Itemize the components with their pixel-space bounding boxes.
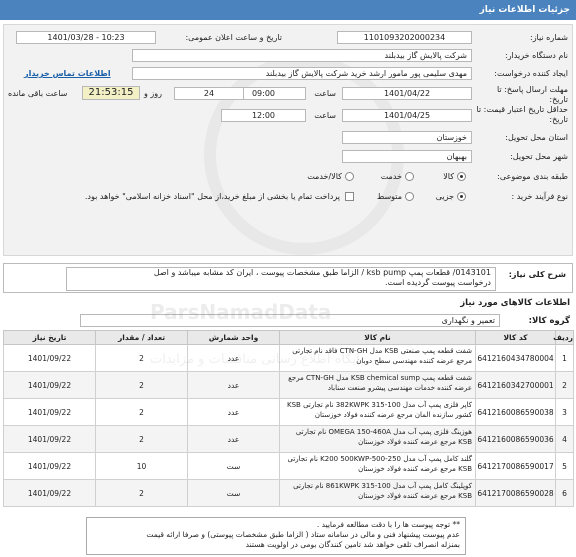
notes-line2: عدم پیوست پیشنهاد فنی و مالی در سامانه س… bbox=[146, 530, 460, 539]
col-header-date: تاریخ نیاز bbox=[3, 330, 96, 345]
col-header-row: ردیف bbox=[553, 330, 574, 345]
cell-row-no: 5 bbox=[555, 452, 574, 480]
cell-date: 1401/09/22 bbox=[3, 425, 96, 453]
category-radio-goods-service[interactable] bbox=[345, 172, 354, 181]
cell-name: گلند کامل پمپ آب مدل 250-500-K200 500KWP… bbox=[279, 452, 476, 480]
watermark-brand: ParsNamadData bbox=[150, 300, 332, 324]
category-option-goods: کالا bbox=[443, 172, 454, 181]
cell-row-no: 1 bbox=[555, 344, 574, 372]
col-header-qty: تعداد / مقدار bbox=[95, 330, 188, 345]
cell-unit: عدد bbox=[187, 398, 280, 426]
process-option-medium: متوسط bbox=[376, 192, 402, 201]
cell-name: کوپلینگ کامل پمپ آب مدل 100-315 861KWPK … bbox=[279, 479, 476, 507]
min-valid-time-label: ساعت bbox=[314, 111, 336, 120]
buyer-org-label: نام دستگاه خریدار: bbox=[505, 51, 568, 60]
province-field: خوزستان bbox=[342, 131, 472, 144]
process-radio-minor[interactable] bbox=[457, 192, 466, 201]
days-label: روز و bbox=[144, 89, 162, 98]
need-description-box: شرح کلی نیاز: 0143101/ قطعات پمپ ksb pum… bbox=[3, 263, 573, 293]
cell-date: 1401/09/22 bbox=[3, 344, 96, 372]
page-title-bar: جزئیات اطلاعات نیاز bbox=[0, 0, 576, 20]
process-radio-medium[interactable] bbox=[405, 192, 414, 201]
buyer-org-field: شرکت پالایش گاز بیدبلند bbox=[132, 49, 472, 62]
category-option-goods-service: کالا/خدمت bbox=[307, 172, 342, 181]
cell-qty: 2 bbox=[95, 425, 188, 453]
announce-field: 1401/03/28 - 10:23 bbox=[16, 31, 156, 44]
need-number-field: 1101093202000234 bbox=[337, 31, 472, 44]
cell-code: 6412170086590017 bbox=[475, 452, 556, 480]
deadline-label: مهلت ارسال پاسخ: تا تاریخ: bbox=[496, 85, 568, 104]
category-label: طبقه بندی موضوعی: bbox=[497, 172, 568, 181]
cell-date: 1401/09/22 bbox=[3, 452, 96, 480]
category-radio-goods[interactable] bbox=[457, 172, 466, 181]
remaining-time-display: 21:53:15 bbox=[82, 86, 140, 100]
need-description-field: 0143101/ قطعات پمپ ksb pump / الزاما طبق… bbox=[66, 267, 496, 291]
cell-unit: ست bbox=[187, 479, 280, 507]
treasury-checkbox[interactable] bbox=[345, 192, 354, 201]
min-valid-label: حداقل تاریخ اعتبار قیمت: تا تاریخ: bbox=[476, 105, 568, 124]
cell-row-no: 3 bbox=[555, 398, 574, 426]
buyer-contact-link[interactable]: اطلاعات تماس خریدار bbox=[24, 69, 111, 78]
cell-row-no: 4 bbox=[555, 425, 574, 453]
cell-name: شفت قطعه پمپ KSB chemical sump مدل CTN-G… bbox=[279, 371, 476, 399]
cell-name: کاپر فلزی پمپ آب مدل 100-315 382KWPK نام… bbox=[279, 398, 476, 426]
goods-group-label: گروه کالا: bbox=[528, 316, 570, 326]
category-radio-service[interactable] bbox=[405, 172, 414, 181]
treasury-text: پرداخت تمام یا بخشی از مبلغ خرید،از محل … bbox=[84, 192, 340, 201]
goods-section-title: اطلاعات کالاهای مورد نیاز bbox=[460, 298, 570, 308]
cell-row-no: 2 bbox=[555, 371, 574, 399]
cell-date: 1401/09/22 bbox=[3, 398, 96, 426]
page-title: جزئیات اطلاعات نیاز bbox=[479, 5, 570, 15]
need-details-panel: شماره نیاز: 1101093202000234 تاریخ و ساع… bbox=[3, 24, 573, 256]
remaining-label: ساعت باقی مانده bbox=[8, 89, 68, 98]
cell-date: 1401/09/22 bbox=[3, 371, 96, 399]
province-label: استان محل تحویل: bbox=[505, 133, 568, 142]
col-header-unit: واحد شمارش bbox=[187, 330, 280, 345]
cell-unit: ست bbox=[187, 452, 280, 480]
notes-line1: ** توجه پیوست ها را با دقت مطالعه فرمایی… bbox=[316, 520, 460, 529]
col-header-code: کد کالا bbox=[475, 330, 556, 345]
days-remaining-field: 24 bbox=[174, 87, 244, 100]
city-field: بهبهان bbox=[342, 150, 472, 163]
buyer-notes-box: ** توجه پیوست ها را با دقت مطالعه فرمایی… bbox=[86, 517, 466, 555]
announce-label: تاریخ و ساعت اعلان عمومی: bbox=[185, 33, 282, 42]
need-description-line1: 0143101/ قطعات پمپ ksb pump / الزاما طبق… bbox=[153, 268, 491, 277]
creator-field: مهدی سلیمی پور مامور ارشد خرید شرکت پالا… bbox=[132, 67, 472, 80]
category-option-service: خدمت bbox=[380, 172, 402, 181]
deadline-date-field: 1401/04/22 bbox=[342, 87, 472, 100]
city-label: شهر محل تحویل: bbox=[510, 152, 568, 161]
notes-line3: بمنزله انصراف تلقی خواهد شد تامین کنندگا… bbox=[245, 540, 460, 549]
cell-code: 6412160086590038 bbox=[475, 398, 556, 426]
process-option-minor: جزیی bbox=[435, 192, 454, 201]
table-row: 5 6412170086590017 گلند کامل پمپ آب مدل … bbox=[3, 452, 574, 480]
need-description-line2: درخواست پیوست گردیده است. bbox=[385, 278, 491, 287]
min-valid-date-field: 1401/04/25 bbox=[342, 109, 472, 122]
deadline-time-label: ساعت bbox=[314, 89, 336, 98]
process-label: نوع فرآیند خرید : bbox=[511, 192, 568, 201]
table-row: 4 6412160086590036 هوزینگ فلزی پمپ آب مد… bbox=[3, 425, 574, 453]
col-header-name: نام کالا bbox=[279, 330, 476, 345]
cell-qty: 2 bbox=[95, 479, 188, 507]
cell-qty: 2 bbox=[95, 398, 188, 426]
table-row: 2 6412160342700001 شفت قطعه پمپ KSB chem… bbox=[3, 371, 574, 399]
cell-qty: 10 bbox=[95, 452, 188, 480]
min-valid-time-field: 12:00 bbox=[221, 109, 306, 122]
need-description-label: شرح کلی نیاز: bbox=[508, 270, 566, 279]
table-row: 3 6412160086590038 کاپر فلزی پمپ آب مدل … bbox=[3, 398, 574, 426]
cell-name: هوزینگ فلزی پمپ آب مدل OMEGA 150-460A نا… bbox=[279, 425, 476, 453]
cell-date: 1401/09/22 bbox=[3, 479, 96, 507]
cell-code: 6412160434780004 bbox=[475, 344, 556, 372]
cell-code: 6412170086590028 bbox=[475, 479, 556, 507]
creator-label: ایجاد کننده درخواست: bbox=[494, 69, 568, 78]
cell-qty: 2 bbox=[95, 371, 188, 399]
cell-code: 6412160342700001 bbox=[475, 371, 556, 399]
goods-table-header: ردیف کد کالا نام کالا واحد شمارش تعداد /… bbox=[3, 330, 574, 345]
watermark-tagline: پایگاه اطلاع رسانی مناقصات و مزایدات bbox=[150, 352, 364, 367]
cell-code: 6412160086590036 bbox=[475, 425, 556, 453]
cell-unit: عدد bbox=[187, 425, 280, 453]
table-row: 6 6412170086590028 کوپلینگ کامل پمپ آب م… bbox=[3, 479, 574, 507]
cell-row-no: 6 bbox=[555, 479, 574, 507]
cell-unit: عدد bbox=[187, 371, 280, 399]
need-number-label: شماره نیاز: bbox=[530, 33, 568, 42]
